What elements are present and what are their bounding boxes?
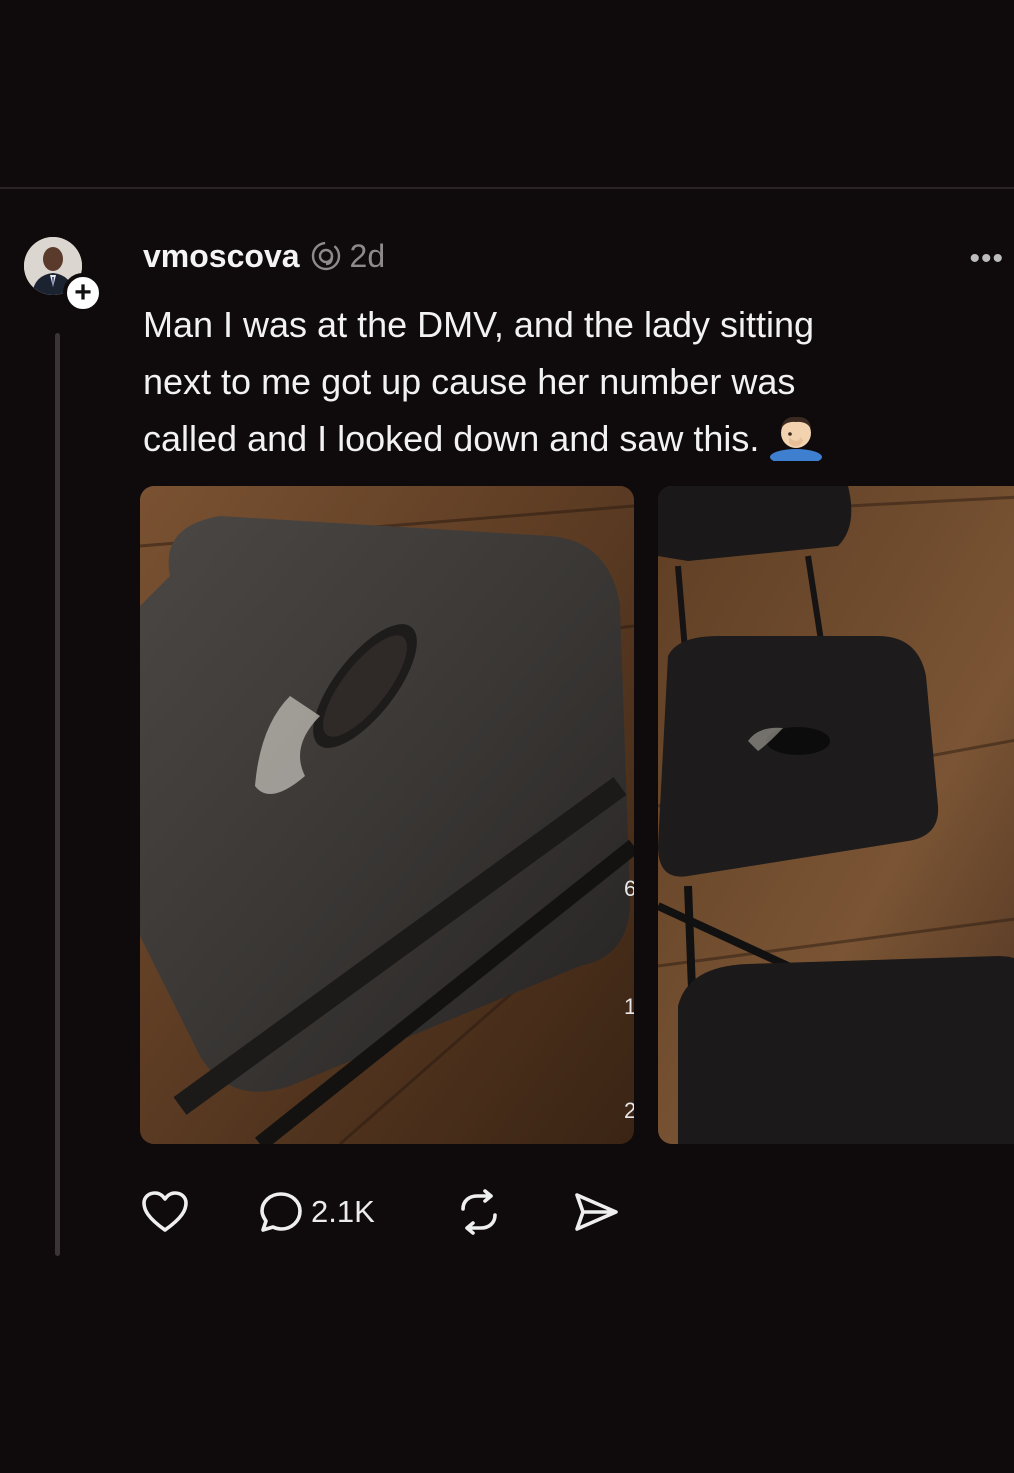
reply-count: 2.1K: [311, 1194, 375, 1229]
overlay-digit-2: 2: [624, 1098, 634, 1123]
thread-line: [55, 333, 60, 1256]
repost-icon: [461, 1189, 497, 1235]
post-header: vmoscova 2d: [143, 236, 385, 276]
follow-button[interactable]: +: [63, 273, 103, 313]
post-text-body: Man I was at the DMV, and the lady sitti…: [143, 304, 815, 459]
like-button[interactable]: [140, 1189, 257, 1235]
top-divider: [0, 187, 1014, 189]
username[interactable]: vmoscova: [143, 238, 300, 275]
facepalm-emoji-icon: [770, 416, 823, 461]
heart-icon: [142, 1191, 188, 1232]
post-image-chair-closeup[interactable]: 6 1 2: [140, 486, 634, 1144]
overlay-digit-6: 6: [624, 876, 634, 901]
post-image-chairs-row[interactable]: [658, 486, 1014, 1144]
send-icon: [575, 1193, 618, 1231]
share-button[interactable]: [571, 1189, 621, 1235]
threads-icon: [311, 241, 340, 271]
more-options-button[interactable]: •••: [969, 242, 1004, 276]
post-text: Man I was at the DMV, and the lady sitti…: [143, 296, 973, 467]
comment-icon: [260, 1192, 302, 1232]
reply-button[interactable]: 2.1K: [257, 1189, 454, 1235]
post-actions: 2.1K: [140, 1187, 621, 1237]
thread-post: + vmoscova 2d ••• Man I was at the DMV, …: [0, 190, 1014, 1290]
repost-button[interactable]: [454, 1189, 571, 1235]
overlay-digit-1: 1: [624, 994, 634, 1019]
post-time: 2d: [349, 237, 386, 274]
